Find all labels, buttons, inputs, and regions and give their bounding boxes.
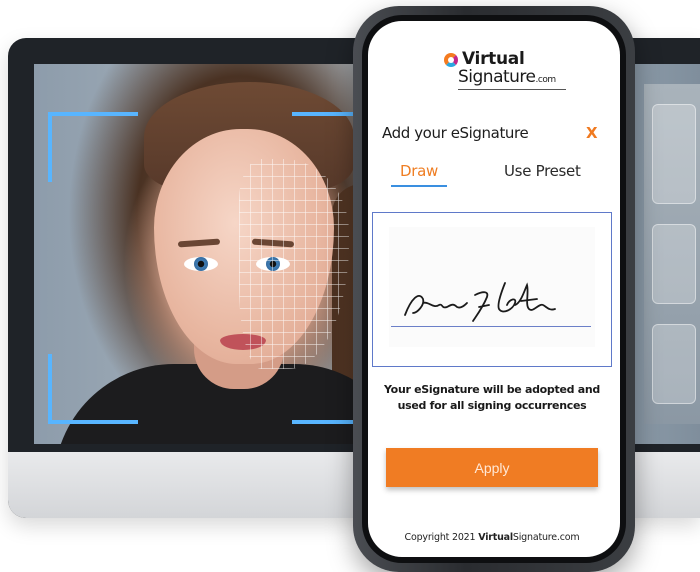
close-button[interactable]: X (586, 124, 598, 142)
tab-use-preset[interactable]: Use Preset (504, 162, 581, 180)
signature-pad[interactable] (372, 212, 612, 367)
hud-card (652, 224, 696, 304)
copyright-text: Copyright 2021 (404, 532, 476, 543)
brand-name-bottom: Signature.com (458, 67, 556, 87)
hud-panel (644, 84, 700, 424)
signature-notice-line2: used for all signing occurrences (397, 399, 587, 412)
tab-draw[interactable]: Draw (400, 162, 438, 180)
copyright-brand-bold: Virtual (478, 532, 513, 543)
brand-name-top: Virtual (462, 49, 525, 69)
copyright-footer: Copyright 2021 VirtualSignature.com (368, 532, 616, 543)
brand-logo: Virtual Signature.com (438, 49, 568, 93)
dialog-title: Add your eSignature (382, 124, 529, 142)
apply-button[interactable]: Apply (386, 448, 598, 487)
active-tab-indicator (391, 185, 447, 187)
phone-bezel: Virtual Signature.com Add your eSignatur… (362, 15, 626, 563)
swirl-logo-icon (444, 53, 458, 67)
left-eye (184, 257, 218, 271)
brand-name-suffix: .com (535, 75, 557, 85)
focus-corner-top-left (48, 112, 138, 182)
copyright-brand-rest: Signature.com (512, 532, 580, 543)
brand-underline (458, 89, 566, 90)
brand-name-signature: Signature (458, 67, 536, 87)
signature-notice-line1: Your eSignature will be adopted and (384, 383, 600, 396)
phone: Virtual Signature.com Add your eSignatur… (353, 6, 635, 572)
hud-card (652, 324, 696, 404)
focus-corner-bottom-left (48, 354, 138, 424)
drawn-signature (404, 282, 556, 322)
phone-screen: Virtual Signature.com Add your eSignatur… (368, 21, 620, 557)
signature-baseline (391, 326, 591, 327)
hud-card (652, 104, 696, 204)
